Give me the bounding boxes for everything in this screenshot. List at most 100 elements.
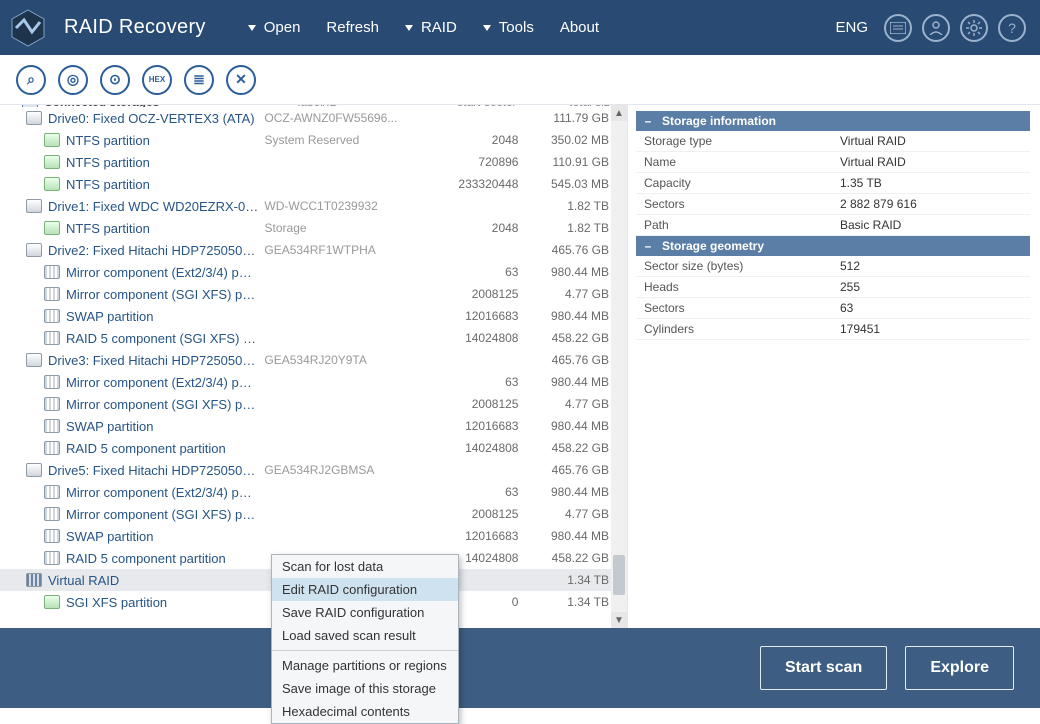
scroll-down-icon[interactable]: ▼ (611, 612, 627, 628)
menu-tools[interactable]: Tools (473, 13, 544, 42)
drive-icon (26, 463, 42, 477)
context-menu[interactable]: Scan for lost dataEdit RAID configuratio… (271, 554, 459, 724)
context-menu-item[interactable]: Scan for lost data (272, 555, 458, 578)
row-name: NTFS partition (66, 133, 150, 148)
hex-icon[interactable]: HEX (142, 65, 172, 95)
component-row[interactable]: RAID 5 component partition14024808458.22… (0, 437, 627, 459)
start-scan-button[interactable]: Start scan (760, 646, 887, 690)
component-row[interactable]: SWAP partition12016683980.44 MB (0, 525, 627, 547)
drive-row[interactable]: Drive1: Fixed WDC WD20EZRX-00DC...WD-WCC… (0, 195, 627, 217)
row-total-size: 110.91 GB (518, 155, 617, 169)
scroll-up-icon[interactable]: ▲ (611, 105, 627, 121)
main-area: Connected storages label/ID start sector… (0, 105, 1040, 628)
drive-row[interactable]: Drive2: Fixed Hitachi HDP725050GLA...GEA… (0, 239, 627, 261)
menu-raid[interactable]: RAID (395, 13, 467, 42)
row-start-sector: 12016683 (420, 419, 518, 433)
context-menu-item[interactable]: Edit RAID configuration (272, 578, 458, 601)
context-menu-item[interactable]: Manage partitions or regions (272, 654, 458, 677)
drive-row[interactable]: Drive3: Fixed Hitachi HDP725050GLA...GEA… (0, 349, 627, 371)
tree-root-label[interactable]: Connected storages (38, 105, 298, 107)
col-total-size: total size (517, 105, 617, 107)
partition-row[interactable]: NTFS partition720896110.91 GB (0, 151, 627, 173)
info-value: Basic RAID (832, 215, 1030, 236)
help-icon[interactable]: ? (998, 14, 1026, 42)
row-start-sector: 2048 (420, 133, 518, 147)
row-id: GEA534RJ2GBMSA (258, 463, 420, 477)
row-total-size: 465.76 GB (518, 243, 617, 257)
drive-icon (26, 111, 42, 125)
drive-row[interactable]: Drive5: Fixed Hitachi HDP725050GLA...GEA… (0, 459, 627, 481)
context-menu-item[interactable]: Hexadecimal contents (272, 700, 458, 723)
drive-row[interactable]: Drive0: Fixed OCZ-VERTEX3 (ATA)OCZ-AWNZ0… (0, 107, 627, 129)
component-row[interactable]: Mirror component (SGI XFS) partition2008… (0, 283, 627, 305)
context-menu-separator (272, 650, 458, 651)
close-icon[interactable]: ✕ (226, 65, 256, 95)
row-name: RAID 5 component partition (66, 551, 226, 566)
partition-icon (44, 155, 60, 169)
tree-vertical-scrollbar[interactable]: ▲ ▼ (611, 105, 627, 628)
menu-about[interactable]: About (550, 13, 609, 42)
context-menu-item[interactable]: Save RAID configuration (272, 601, 458, 624)
component-row[interactable]: Mirror component (SGI XFS) partition2008… (0, 503, 627, 525)
row-id: Storage (259, 221, 421, 235)
row-start-sector: 2008125 (420, 397, 518, 411)
list-icon[interactable]: ≣ (184, 65, 214, 95)
menu-label: Refresh (326, 19, 379, 36)
row-start-sector: 2008125 (420, 507, 518, 521)
info-table: Sector size (bytes)512Heads255Sectors63C… (636, 256, 1030, 340)
row-name: SWAP partition (66, 309, 153, 324)
row-name: Drive3: Fixed Hitachi HDP725050GLA... (48, 353, 258, 368)
row-name: Mirror component (Ext2/3/4) partition (66, 375, 259, 390)
menu-open[interactable]: Open (238, 13, 311, 42)
component-icon (44, 375, 60, 389)
storages-root-icon (22, 105, 38, 107)
info-section-header[interactable]: –Storage geometry (636, 236, 1030, 256)
info-row: PathBasic RAID (636, 215, 1030, 236)
row-name: Drive5: Fixed Hitachi HDP725050GLA... (48, 463, 258, 478)
keyboard-icon[interactable] (884, 14, 912, 42)
context-menu-item[interactable]: Load saved scan result (272, 624, 458, 647)
row-total-size: 1.34 TB (518, 595, 617, 609)
row-start-sector: 2048 (420, 221, 518, 235)
row-total-size: 1.82 TB (518, 199, 617, 213)
partition-row[interactable]: NTFS partition233320448545.03 MB (0, 173, 627, 195)
context-menu-item[interactable]: Save image of this storage (272, 677, 458, 700)
info-value: 1.35 TB (832, 173, 1030, 194)
info-value: 512 (832, 256, 1030, 277)
menu-refresh[interactable]: Refresh (316, 13, 389, 42)
storages-tree[interactable]: Drive0: Fixed OCZ-VERTEX3 (ATA)OCZ-AWNZ0… (0, 107, 627, 613)
component-row[interactable]: Mirror component (Ext2/3/4) partition639… (0, 261, 627, 283)
partition-row[interactable]: NTFS partitionStorage20481.82 TB (0, 217, 627, 239)
target-icon[interactable]: ◎ (58, 65, 88, 95)
info-table: Storage typeVirtual RAIDNameVirtual RAID… (636, 131, 1030, 236)
language-button[interactable]: ENG (835, 19, 868, 36)
titlebar-right: ENG ? (835, 14, 1026, 42)
info-value: Virtual RAID (832, 131, 1030, 152)
app-title: RAID Recovery (64, 16, 206, 39)
collapse-icon[interactable]: – (642, 239, 654, 253)
row-start-sector: 233320448 (420, 177, 518, 191)
disk-icon[interactable]: ⊙ (100, 65, 130, 95)
partition-row[interactable]: NTFS partitionSystem Reserved2048350.02 … (0, 129, 627, 151)
search-icon[interactable]: ⌕ (16, 65, 46, 95)
row-name: Mirror component (SGI XFS) partition (66, 397, 259, 412)
partition-icon (44, 133, 60, 147)
scroll-thumb[interactable] (613, 555, 625, 595)
component-row[interactable]: RAID 5 component (SGI XFS) partition1402… (0, 327, 627, 349)
component-row[interactable]: Mirror component (Ext2/3/4) partition639… (0, 371, 627, 393)
user-icon[interactable] (922, 14, 950, 42)
info-section-header[interactable]: –Storage information (636, 111, 1030, 131)
collapse-icon[interactable]: – (642, 114, 654, 128)
component-row[interactable]: SWAP partition12016683980.44 MB (0, 415, 627, 437)
component-row[interactable]: Mirror component (Ext2/3/4) partition639… (0, 481, 627, 503)
component-row[interactable]: Mirror component (SGI XFS) partition 2008… (0, 393, 627, 415)
row-total-size: 980.44 MB (518, 419, 617, 433)
row-total-size: 1.34 TB (518, 573, 617, 587)
row-name: NTFS partition (66, 155, 150, 170)
explore-button[interactable]: Explore (905, 646, 1014, 690)
partition-icon (44, 595, 60, 609)
gear-icon[interactable] (960, 14, 988, 42)
drive-icon (26, 243, 42, 257)
component-row[interactable]: SWAP partition12016683980.44 MB (0, 305, 627, 327)
component-icon (44, 529, 60, 543)
